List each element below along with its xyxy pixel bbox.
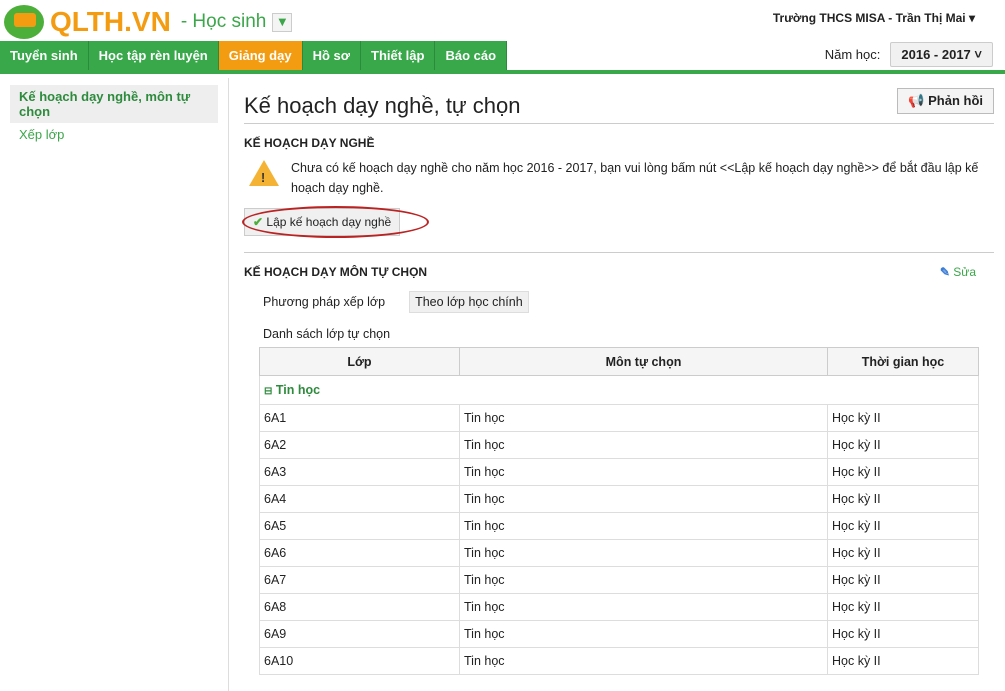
cell-time: Học kỳ II [827,539,979,567]
table-row[interactable]: 6A7 Tin học Học kỳ II [259,566,979,594]
method-row: Phương pháp xếp lớp Theo lớp học chính [263,291,994,313]
sidebar: Kế hoạch dạy nghề, môn tự chọn Xếp lớp [0,78,229,691]
cell-class: 6A10 [259,647,460,675]
megaphone-icon: 📢 [908,93,925,108]
sidebar-item-class-arrangement[interactable]: Xếp lớp [10,123,218,146]
role-dropdown[interactable]: ▼ [272,12,293,32]
section-elective: KẾ HOẠCH DẠY MÔN TỰ CHỌN ✎ Sửa [244,265,994,279]
feedback-button[interactable]: 📢 Phản hồi [897,88,994,114]
cell-subject: Tin học [459,593,828,621]
edit-icon: ✎ [939,265,950,279]
section-vocational: KẾ HOẠCH DẠY NGHỀ [244,136,375,150]
table-row[interactable]: 6A5 Tin học Học kỳ II [259,512,979,540]
cell-time: Học kỳ II [827,458,979,486]
cell-time: Học kỳ II [827,431,979,459]
cell-subject: Tin học [459,566,828,594]
edit-button[interactable]: ✎ Sửa [940,265,976,279]
cell-subject: Tin học [459,404,828,432]
cell-class: 6A8 [259,593,460,621]
create-plan-button[interactable]: ✔ Lập kế hoạch dạy nghề [241,206,430,238]
logo[interactable]: QLTH.VN - Học sinh ▼ [4,5,293,39]
cell-class: 6A2 [259,431,460,459]
list-label: Danh sách lớp tự chọn [263,327,391,341]
cell-subject: Tin học [459,512,828,540]
table-row[interactable]: 6A3 Tin học Học kỳ II [259,458,979,486]
main-nav: Tuyển sinh Học tập rèn luyện Giảng dạy Hồ s… [0,41,1005,74]
cell-time: Học kỳ II [827,404,979,432]
cell-subject: Tin học [459,485,828,513]
group-label: Tin học [275,383,321,397]
table-row[interactable]: 6A8 Tin học Học kỳ II [259,593,979,621]
cell-subject: Tin học [459,431,828,459]
role-label: - Học sinh [180,11,267,32]
col-class: Lớp [259,347,460,376]
logo-text: QLTH.VN [50,6,171,37]
cell-class: 6A1 [259,404,460,432]
header: QLTH.VN - Học sinh ▼ Trường THCS MISA - … [0,0,1005,42]
sidebar-item-plan[interactable]: Kế hoạch dạy nghề, môn tự chọn [10,85,218,123]
tab-4[interactable]: Thiết lập [361,41,436,70]
edit-label: Sửa [953,265,976,279]
year-label: Năm học: [824,47,881,62]
cell-class: 6A5 [259,512,460,540]
create-plan-label: Lập kế hoạch dạy nghề [266,215,392,229]
table-row[interactable]: 6A9 Tin học Học kỳ II [259,620,979,648]
cell-time: Học kỳ II [827,620,979,648]
table-row[interactable]: 6A1 Tin học Học kỳ II [259,404,979,432]
tab-5[interactable]: Báo cáo [435,41,508,70]
cell-time: Học kỳ II [827,512,979,540]
elective-table: Lớp Môn tự chọn Thời gian học ⊟ Tin học … [259,347,979,675]
cell-class: 6A7 [259,566,460,594]
tab-2[interactable]: Giảng dạy [218,41,303,70]
table-row[interactable]: 6A2 Tin học Học kỳ II [259,431,979,459]
feedback-label: Phản hồi [928,93,983,108]
cell-class: 6A9 [259,620,460,648]
cell-time: Học kỳ II [827,647,979,675]
cell-time: Học kỳ II [827,485,979,513]
user-menu[interactable]: Trường THCS MISA - Trần Thị Mai ▾ [773,11,975,25]
col-time: Thời gian học [827,347,979,376]
graduation-cap-logo-icon [4,5,44,39]
year-select[interactable]: 2016 - 2017 ˅ [890,42,993,67]
cell-class: 6A4 [259,485,460,513]
warning-text: Chưa có kế hoạch dạy nghề cho năm học 20… [291,161,979,195]
group-row[interactable]: ⊟ Tin học [259,375,979,405]
cell-time: Học kỳ II [827,593,979,621]
page-title: Kế hoạch dạy nghề, tự chọn [244,93,994,124]
col-subject: Môn tự chọn [459,347,828,376]
method-value: Theo lớp học chính [409,291,529,313]
check-icon: ✔ [253,215,264,229]
main-content: 📢 Phản hồi Kế hoạch dạy nghề, tự chọn KẾ… [241,78,994,675]
tab-0[interactable]: Tuyển sinh [0,41,89,70]
table-row[interactable]: 6A4 Tin học Học kỳ II [259,485,979,513]
warning-icon: ! [249,160,279,186]
school-year: Năm học: 2016 - 2017 ˅ [825,42,993,67]
tab-1[interactable]: Học tập rèn luyện [88,41,219,70]
section-elective-title: KẾ HOẠCH DẠY MÔN TỰ CHỌN [244,265,428,279]
cell-class: 6A3 [259,458,460,486]
tab-3[interactable]: Hồ sơ [302,41,362,70]
caret-down-icon: ▼ [278,16,287,28]
method-label: Phương pháp xếp lớp [263,295,386,309]
warning-message: ! Chưa có kế hoạch dạy nghề cho năm học … [244,158,994,198]
cell-subject: Tin học [459,647,828,675]
cell-subject: Tin học [459,539,828,567]
table-row[interactable]: 6A10 Tin học Học kỳ II [259,647,979,675]
cell-subject: Tin học [459,620,828,648]
collapse-icon[interactable]: ⊟ [264,386,272,397]
cell-time: Học kỳ II [827,566,979,594]
table-row[interactable]: 6A6 Tin học Học kỳ II [259,539,979,567]
divider [244,252,994,253]
cell-subject: Tin học [459,458,828,486]
cell-class: 6A6 [259,539,460,567]
